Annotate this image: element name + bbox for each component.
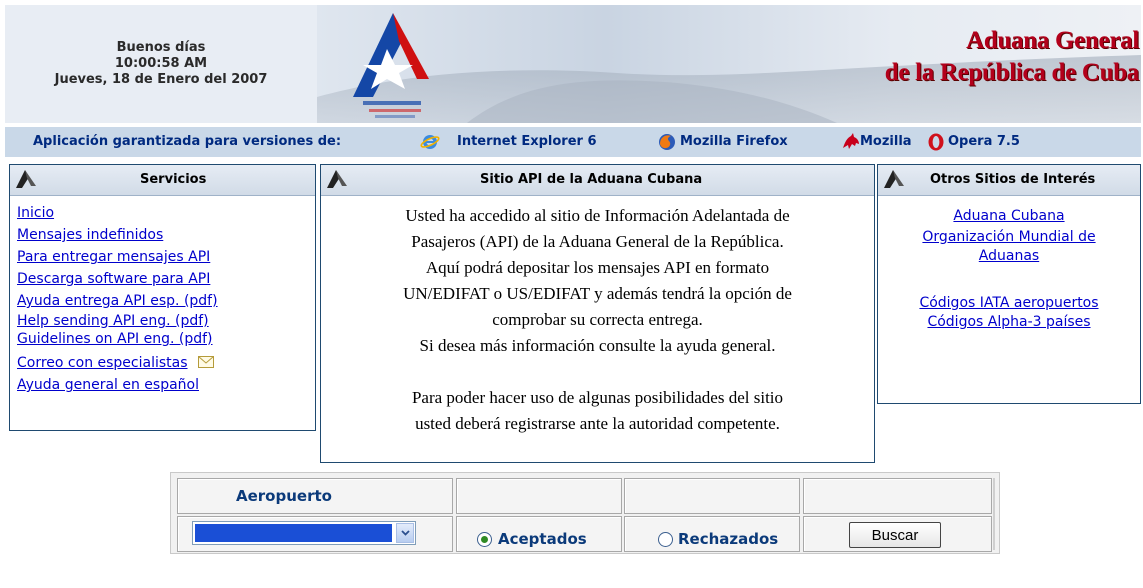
sitio-api-title: Sitio API de la Aduana Cubana [480, 172, 703, 187]
otros-sitios-links: Aduana Cubana Organización Mundial de Ad… [878, 196, 1140, 332]
browser-firefox-label: Mozilla Firefox [680, 134, 788, 149]
clock-time: 10:00:58 AM [114, 56, 208, 71]
aeropuerto-select[interactable] [192, 521, 416, 545]
link-correo-especialistas[interactable]: Correo con especialistas [17, 355, 188, 371]
servicios-header: Servicios [10, 165, 315, 196]
aceptados-label[interactable]: Aceptados [498, 530, 587, 548]
link-entregar-mensajes[interactable]: Para entregar mensajes API [17, 249, 210, 265]
list-item: Ayuda entrega API esp. (pdf) [17, 290, 315, 312]
link-aduana-cubana[interactable]: Aduana Cubana [953, 208, 1064, 224]
description-line: Para poder hacer uso de algunas posibili… [411, 388, 784, 407]
browser-support-label: Aplicación garantizada para versiones de… [33, 134, 342, 149]
list-item: Ayuda general en español [17, 374, 315, 396]
link-codigos-iata[interactable]: Códigos IATA aeropuertos [919, 295, 1098, 311]
link-mensajes-indefinidos[interactable]: Mensajes indefinidos [17, 227, 163, 243]
site-header: Buenos días 10:00:58 AM Jueves, 18 de En… [5, 5, 1141, 123]
description-line: comprobar su correcta entrega. [492, 310, 703, 329]
opera-icon [928, 133, 944, 151]
list-item: Descarga software para API [17, 268, 315, 290]
link-guidelines-eng[interactable]: Guidelines on API eng. (pdf) [17, 331, 213, 347]
envelope-icon[interactable] [197, 356, 214, 368]
header-banner: Aduana General de la República de Cuba [317, 5, 1141, 123]
firefox-icon [659, 134, 675, 150]
otros-sitios-panel: Otros Sitios de Interés Aduana Cubana Or… [877, 164, 1141, 404]
empty-cell [624, 478, 800, 514]
otros-sitios-title: Otros Sitios de Interés [930, 172, 1096, 187]
browser-opera-label: Opera 7.5 [948, 134, 1020, 149]
link-descarga-software[interactable]: Descarga software para API [17, 271, 210, 287]
search-form: Aeropuerto Aceptados Rechazados Buscar [170, 472, 1000, 554]
description-line: Si desea más información consulte la ayu… [419, 336, 776, 355]
list-item: Guidelines on API eng. (pdf) [17, 330, 315, 348]
empty-cell [803, 478, 992, 514]
browser-mozilla-label: Mozilla [860, 134, 912, 149]
link-help-sending-eng[interactable]: Help sending API eng. (pdf) [17, 313, 209, 329]
description-line: Usted ha accedido al sitio de Informació… [405, 206, 790, 225]
description-line: Aquí podrá depositar los mensajes API en… [425, 258, 770, 277]
greeting-text: Buenos días [116, 40, 206, 55]
link-inicio[interactable]: Inicio [17, 205, 54, 221]
mozilla-icon [843, 133, 859, 149]
aduana-mini-logo-icon [16, 170, 36, 188]
greeting-panel: Buenos días 10:00:58 AM Jueves, 18 de En… [5, 5, 317, 123]
chevron-down-icon[interactable] [396, 523, 414, 543]
empty-cell [456, 478, 622, 514]
divider [993, 478, 995, 550]
servicios-title: Servicios [140, 172, 207, 187]
servicios-list: Inicio Mensajes indefinidos Para entrega… [10, 196, 315, 396]
link-codigos-alpha3[interactable]: Códigos Alpha-3 países [927, 314, 1090, 330]
browser-support-bar: Aplicación garantizada para versiones de… [5, 127, 1141, 157]
aeropuerto-label: Aeropuerto [236, 487, 332, 505]
list-item: Help sending API eng. (pdf) [17, 312, 315, 330]
list-item: Correo con especialistas [17, 352, 315, 374]
aceptados-radio[interactable] [477, 532, 492, 547]
servicios-panel: Servicios Inicio Mensajes indefinidos Pa… [9, 164, 316, 431]
buscar-button[interactable]: Buscar [849, 522, 941, 548]
sitio-api-panel: Sitio API de la Aduana Cubana Usted ha a… [320, 164, 875, 463]
sitio-api-description: Usted ha accedido al sitio de Informació… [321, 196, 874, 437]
link-organizacion-mundial[interactable]: Organización Mundial de [922, 229, 1095, 245]
description-line: UN/EDIFAT o US/EDIFAT y además tendrá la… [403, 284, 792, 303]
link-ayuda-entrega-esp[interactable]: Ayuda entrega API esp. (pdf) [17, 293, 218, 309]
rechazados-label[interactable]: Rechazados [678, 530, 778, 548]
agency-line-1: Aduana General [966, 27, 1139, 54]
list-item: Inicio [17, 202, 315, 224]
link-aduanas[interactable]: Aduanas [979, 248, 1039, 264]
list-item: Para entregar mensajes API [17, 246, 315, 268]
aduana-mini-logo-icon [884, 170, 904, 188]
description-line: Pasajeros (API) de la Aduana General de … [411, 232, 784, 251]
aduana-logo [353, 13, 429, 118]
link-ayuda-general[interactable]: Ayuda general en español [17, 377, 199, 393]
description-line: usted deberá registrarse ante la autorid… [415, 414, 780, 433]
agency-name: Aduana General de la República de Cuba [884, 25, 1140, 89]
aduana-mini-logo-icon [327, 170, 347, 188]
rechazados-radio[interactable] [658, 532, 673, 547]
internet-explorer-icon [420, 135, 440, 149]
sitio-api-header: Sitio API de la Aduana Cubana [321, 165, 874, 196]
aeropuerto-select-value [195, 524, 392, 542]
agency-line-2: de la República de Cuba [884, 59, 1140, 86]
list-item: Mensajes indefinidos [17, 224, 315, 246]
otros-sitios-header: Otros Sitios de Interés [878, 165, 1140, 196]
aeropuerto-label-cell: Aeropuerto [177, 478, 453, 514]
current-date: Jueves, 18 de Enero del 2007 [54, 72, 268, 87]
browser-ie-label: Internet Explorer 6 [457, 134, 597, 149]
